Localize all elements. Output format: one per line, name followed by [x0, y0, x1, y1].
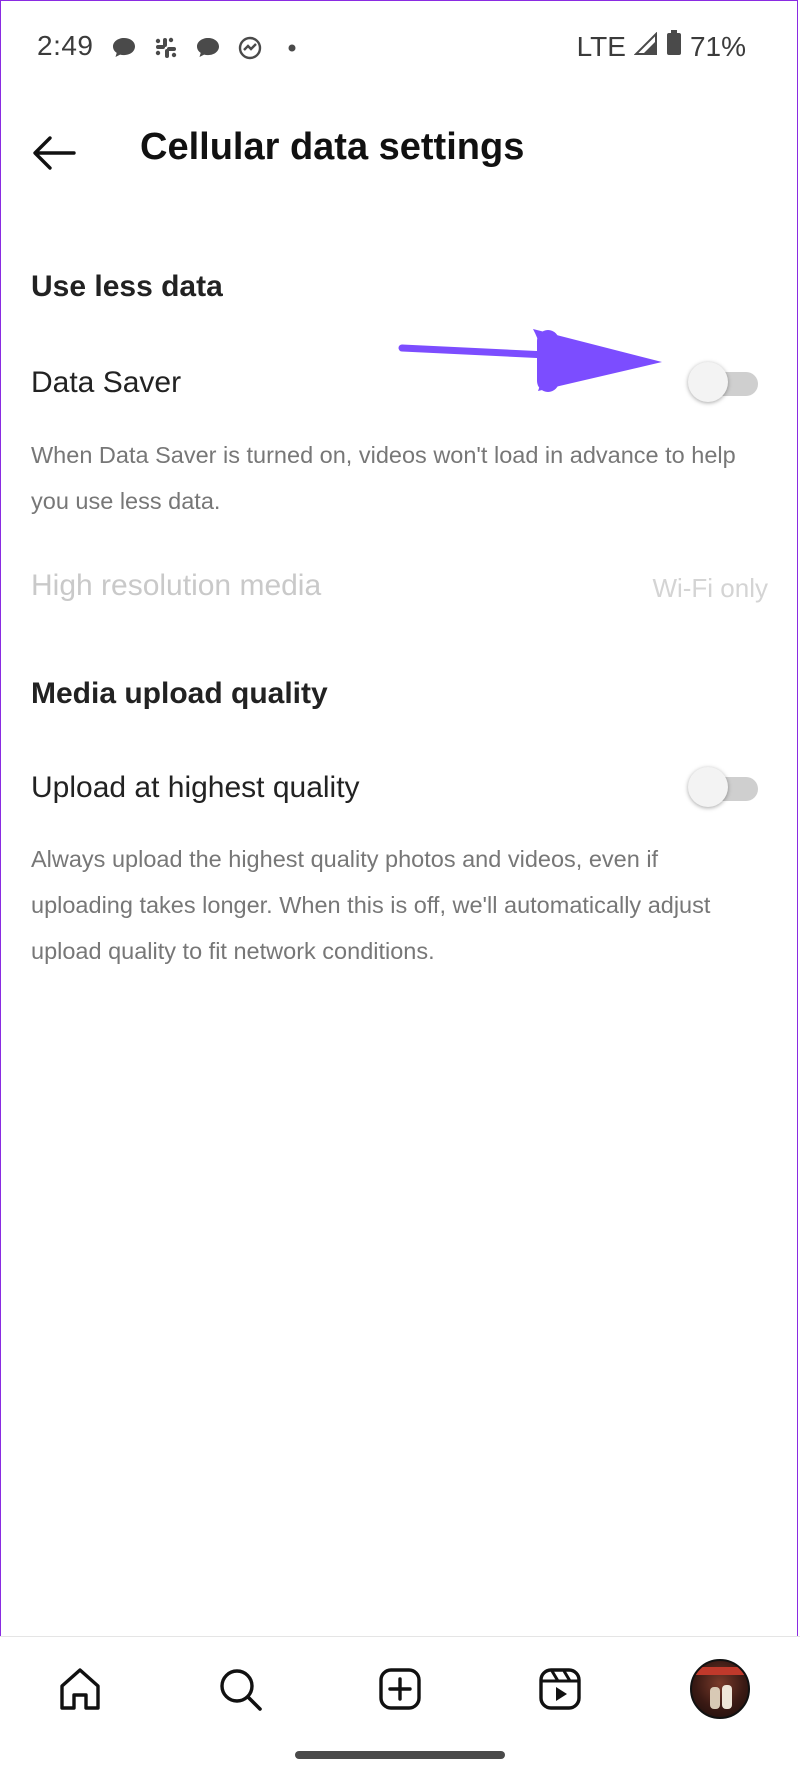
- back-button[interactable]: [26, 125, 82, 181]
- avatar-detail: [692, 1667, 748, 1675]
- slack-icon: [152, 34, 180, 62]
- arrow-left-icon: [33, 136, 76, 170]
- toggle-thumb: [688, 362, 728, 402]
- profile-avatar: [690, 1659, 750, 1719]
- battery-icon: [666, 30, 682, 63]
- upload-highest-label: Upload at highest quality: [31, 771, 360, 804]
- nav-reels[interactable]: [530, 1659, 590, 1719]
- section-title-media-upload: Media upload quality: [31, 677, 328, 710]
- high-res-media-value: Wi-Fi only: [652, 573, 768, 603]
- high-res-media-label: High resolution media: [31, 569, 322, 602]
- activity-icon: [236, 34, 264, 62]
- toggle-thumb: [688, 767, 728, 807]
- avatar-detail: [710, 1687, 720, 1709]
- status-right: LTE 71%: [577, 30, 746, 63]
- data-saver-label: Data Saver: [31, 366, 182, 399]
- nav-create[interactable]: [370, 1659, 430, 1719]
- nav-home[interactable]: [50, 1659, 110, 1719]
- network-label: LTE: [576, 30, 626, 62]
- page-title: Cellular data settings: [140, 126, 525, 168]
- search-icon: [220, 1669, 262, 1711]
- reels-icon: [539, 1668, 581, 1710]
- data-saver-description: When Data Saver is turned on, videos won…: [31, 442, 736, 514]
- avatar-detail: [722, 1685, 732, 1709]
- chat-icon: [194, 34, 222, 62]
- status-bar: 2:49 LTE 71%: [0, 0, 800, 96]
- section-title-use-less-data: Use less data: [31, 270, 223, 303]
- chat-icon: [110, 34, 138, 62]
- home-indicator[interactable]: [295, 1751, 505, 1759]
- annotation-arrow-icon: [398, 329, 662, 392]
- status-time: 2:49: [37, 30, 94, 61]
- dot-icon: [278, 34, 306, 62]
- nav-profile[interactable]: [690, 1659, 750, 1719]
- upload-highest-description: Always upload the highest quality photos…: [31, 846, 711, 964]
- nav-search[interactable]: [210, 1659, 270, 1719]
- upload-highest-toggle[interactable]: [688, 765, 760, 809]
- data-saver-toggle[interactable]: [688, 360, 760, 404]
- notification-icons: [110, 34, 306, 62]
- home-icon: [60, 1668, 100, 1710]
- battery-percent: 71%: [689, 30, 746, 62]
- create-icon: [379, 1668, 421, 1710]
- signal-icon: [633, 31, 658, 63]
